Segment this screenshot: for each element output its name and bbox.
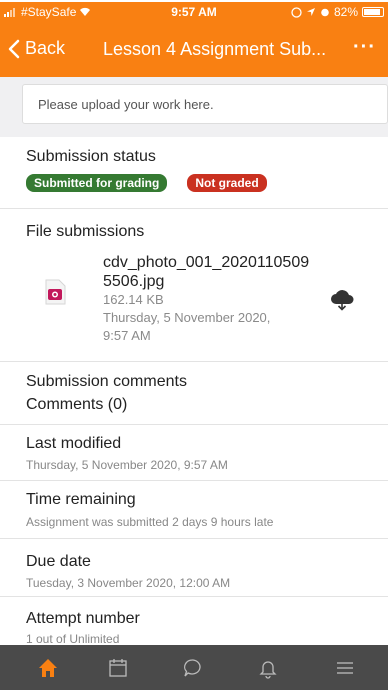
- file-submissions-section: File submissions cdv_photo_001_202011050…: [0, 209, 388, 362]
- home-icon: [39, 659, 57, 677]
- back-button[interactable]: Back: [8, 38, 65, 59]
- status-right: 82%: [291, 5, 384, 19]
- time-remaining-title: Time remaining: [26, 491, 136, 508]
- attempt-number-value: 1 out of Unlimited: [26, 632, 120, 646]
- status-bar: #StaySafe 9:57 AM 82%: [0, 2, 388, 22]
- file-name-link[interactable]: cdv_photo_001_2020110509 5506.jpg: [103, 253, 323, 291]
- not-graded-badge: Not graded: [187, 174, 267, 192]
- submitted-badge: Submitted for grading: [26, 174, 168, 192]
- bell-icon: [259, 661, 277, 679]
- tab-bar: [0, 645, 388, 690]
- file-date-line-1: Thursday, 5 November 2020,: [103, 310, 271, 325]
- file-name-line-1: cdv_photo_001_2020110509: [103, 254, 310, 271]
- more-options-button[interactable]: ···: [353, 36, 376, 59]
- chat-icon: [184, 659, 201, 677]
- submission-status-title: Submission status: [26, 148, 156, 165]
- tab-calendar[interactable]: [103, 653, 133, 683]
- nav-bar: Back Lesson 4 Assignment Sub... ···: [0, 22, 388, 77]
- attempt-number-section: Attempt number 1 out of Unlimited: [0, 597, 388, 646]
- due-date-title: Due date: [26, 553, 91, 570]
- lock-rotation-icon: [291, 6, 302, 18]
- chevron-left-icon: [8, 39, 20, 58]
- submission-status-section: Submission status Submitted for grading …: [0, 137, 388, 209]
- back-label: Back: [25, 38, 66, 58]
- file-size: 162.14 KB: [103, 292, 164, 307]
- location-icon: [306, 8, 315, 16]
- calendar-icon: [109, 659, 127, 677]
- submission-comments-title: Submission comments: [26, 373, 187, 390]
- last-modified-value: Thursday, 5 November 2020, 9:57 AM: [26, 458, 228, 472]
- file-date-line-2: 9:57 AM: [103, 328, 151, 343]
- file-name-line-2: 5506.jpg: [103, 273, 165, 290]
- comments-link[interactable]: Comments (0): [26, 396, 127, 414]
- upload-prompt-box[interactable]: Please upload your work here.: [22, 84, 388, 124]
- battery-percent: 82%: [333, 5, 358, 19]
- image-file-icon[interactable]: [44, 279, 66, 305]
- upload-area: Please upload your work here.: [0, 77, 388, 137]
- battery-icon: [362, 7, 384, 17]
- submission-comments-section: Submission comments Comments (0): [0, 362, 388, 425]
- file-submissions-title: File submissions: [26, 223, 145, 240]
- tab-notifications[interactable]: [253, 653, 283, 683]
- tab-home[interactable]: [33, 653, 63, 683]
- attempt-number-title: Attempt number: [26, 610, 140, 627]
- cloud-download-icon[interactable]: [330, 289, 354, 311]
- time-remaining-value: Assignment was submitted 2 days 9 hours …: [26, 515, 274, 529]
- page-title: Lesson 4 Assignment Sub...: [103, 39, 327, 59]
- time-remaining-section: Time remaining Assignment was submitted …: [0, 481, 388, 539]
- last-modified-section: Last modified Thursday, 5 November 2020,…: [0, 425, 388, 481]
- menu-icon: [337, 662, 353, 674]
- due-date-value: Tuesday, 3 November 2020, 12:00 AM: [26, 576, 231, 590]
- status-badges: Submitted for grading Not graded: [26, 174, 267, 192]
- tab-more[interactable]: [330, 653, 360, 683]
- upload-prompt: Please upload your work here.: [38, 97, 214, 112]
- due-date-section: Due date Tuesday, 3 November 2020, 12:00…: [0, 539, 388, 597]
- last-modified-title: Last modified: [26, 435, 122, 452]
- tab-messages[interactable]: [178, 653, 208, 683]
- alarm-icon: [321, 8, 329, 17]
